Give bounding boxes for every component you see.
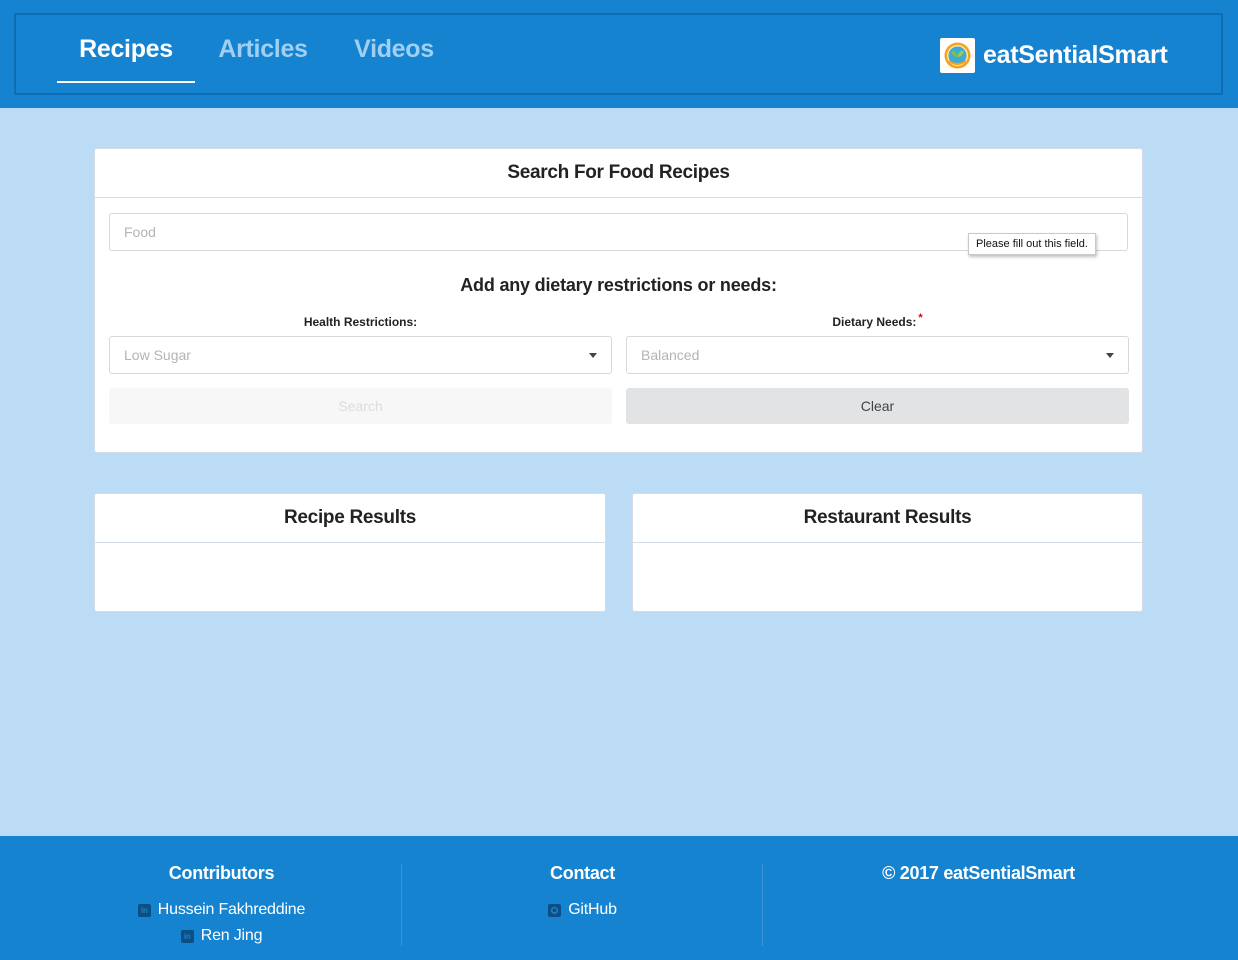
footer-contact: Contact GitHub (402, 836, 763, 960)
required-marker: * (918, 312, 923, 324)
navbar-container: Recipes Articles Videos eatSentialSmart (14, 13, 1223, 95)
restaurant-results-title: Restaurant Results (633, 494, 1142, 543)
contributor-link-hussein[interactable]: in Hussein Fakhreddine (41, 901, 402, 919)
dietary-needs-label-text: Dietary Needs: (832, 315, 917, 329)
contact-heading: Contact (550, 863, 615, 883)
search-card-title: Search For Food Recipes (95, 149, 1142, 198)
clear-button[interactable]: Clear (626, 388, 1129, 424)
footer-contributors: Contributors in Hussein Fakhreddine in R… (41, 836, 402, 960)
search-button[interactable]: Search (109, 388, 612, 424)
orange-leaf-logo-icon (940, 37, 975, 73)
github-icon (548, 903, 562, 917)
dietary-needs-select[interactable]: Balanced (626, 336, 1129, 374)
health-restrictions-label-text: Health Restrictions: (303, 315, 418, 329)
copyright-text: © 2017 eatSentialSmart (882, 863, 1075, 883)
health-restrictions-selected-value: Low Sugar (124, 347, 191, 363)
tab-recipes[interactable]: Recipes (57, 15, 195, 83)
linkedin-icon: in (180, 929, 194, 943)
contributor-name: Hussein Fakhreddine (157, 901, 306, 918)
health-restrictions-label: Health Restrictions: (109, 315, 612, 329)
restaurant-results-card: Restaurant Results (632, 493, 1143, 612)
footer-divider (762, 864, 763, 946)
health-restrictions-select[interactable]: Low Sugar (109, 336, 612, 374)
github-link[interactable]: GitHub (402, 901, 763, 919)
top-navbar: Recipes Articles Videos eatSentialSmart (0, 0, 1238, 108)
contributors-heading: Contributors (168, 863, 275, 883)
dietary-needs-label: Dietary Needs: * (626, 312, 1129, 329)
active-tab-indicator (57, 81, 195, 83)
contributor-link-ren[interactable]: in Ren Jing (41, 927, 402, 945)
brand-name: eatSentialSmart (983, 40, 1168, 69)
validation-tooltip: Please fill out this field. (968, 233, 1096, 255)
contributor-name: Ren Jing (200, 927, 263, 944)
footer-copyright: © 2017 eatSentialSmart (798, 836, 1159, 960)
chevron-down-icon (1106, 353, 1114, 358)
dietary-needs-selected-value: Balanced (641, 347, 700, 363)
dietary-subheading: Add any dietary restrictions or needs: (460, 275, 777, 295)
chevron-down-icon (589, 353, 597, 358)
github-link-label: GitHub (568, 901, 617, 918)
tab-articles[interactable]: Articles (206, 15, 320, 83)
recipe-results-card: Recipe Results (94, 493, 606, 612)
recipe-results-title: Recipe Results (95, 494, 605, 543)
footer: Contributors in Hussein Fakhreddine in R… (0, 836, 1238, 960)
brand[interactable]: eatSentialSmart (940, 37, 1168, 73)
tab-videos[interactable]: Videos (342, 15, 446, 83)
linkedin-icon: in (137, 903, 151, 917)
search-card: Search For Food Recipes Please fill out … (94, 148, 1143, 453)
